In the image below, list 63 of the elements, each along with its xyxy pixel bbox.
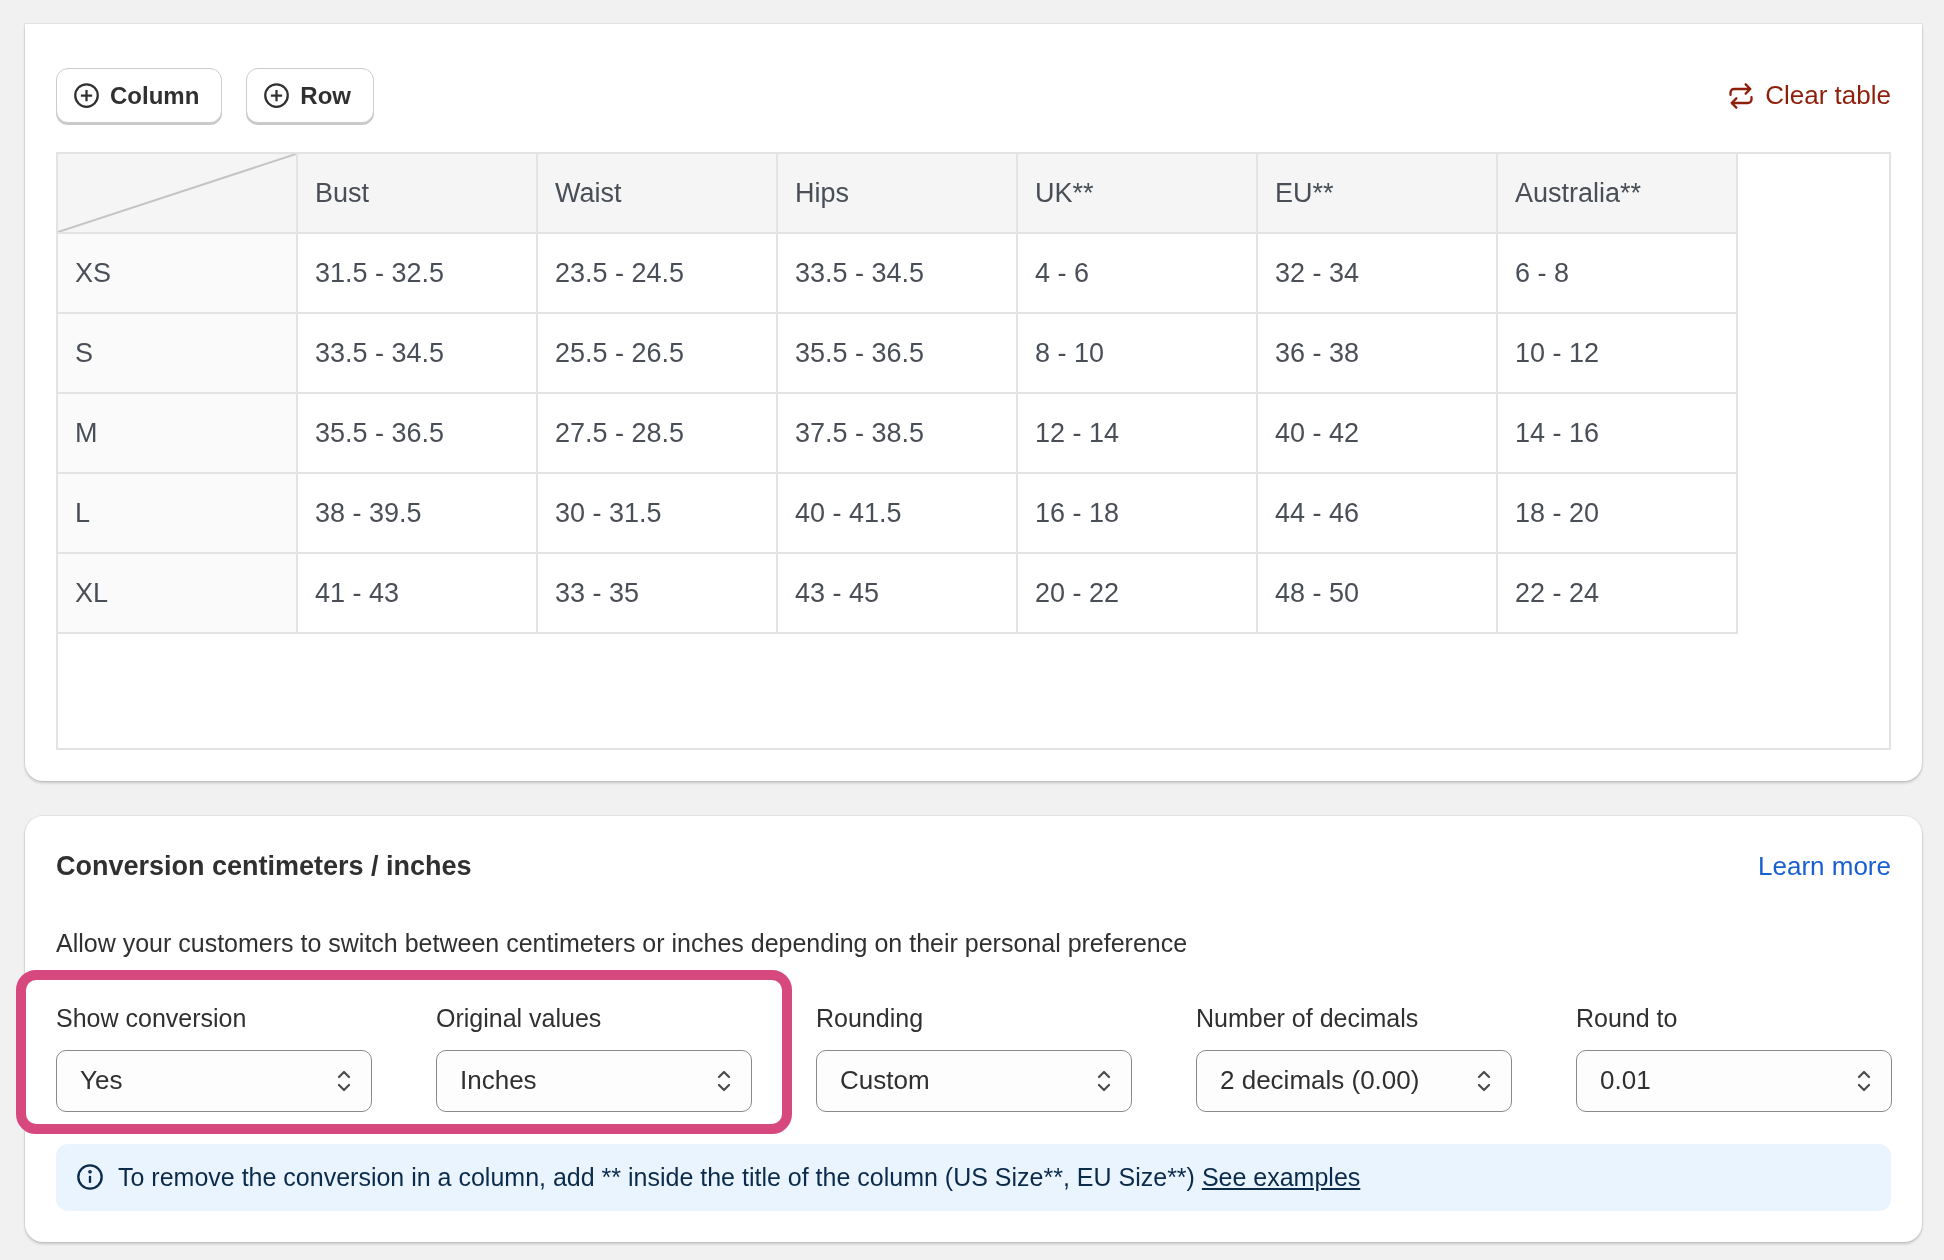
table-cell[interactable]: 40 - 41.5 (778, 474, 1018, 554)
table-cell[interactable]: 25.5 - 26.5 (538, 314, 778, 394)
table-cell[interactable]: 16 - 18 (1018, 474, 1258, 554)
table-cell[interactable]: 4 - 6 (1018, 234, 1258, 314)
table-cell[interactable]: 37.5 - 38.5 (778, 394, 1018, 474)
clear-table-link[interactable]: Clear table (1727, 76, 1891, 115)
row-label[interactable]: XS (58, 234, 298, 314)
column-header[interactable]: Bust (298, 154, 538, 234)
row-label[interactable]: S (58, 314, 298, 394)
plus-circle-icon (263, 82, 291, 109)
plus-circle-icon (73, 82, 100, 109)
table-cell[interactable]: 40 - 42 (1258, 394, 1498, 474)
column-header[interactable]: EU** (1258, 154, 1498, 234)
row-label[interactable]: L (58, 474, 298, 554)
table-cell[interactable]: 41 - 43 (298, 554, 538, 634)
table-cell[interactable]: 38 - 39.5 (298, 474, 538, 554)
field-label: Rounding (816, 1003, 925, 1034)
column-header[interactable]: Australia** (1498, 154, 1738, 234)
select-field[interactable]: Custom (816, 1049, 1132, 1112)
add-button[interactable]: Column (56, 68, 223, 123)
description-text: Allow your customers to switch between centimeters or inches depending on their personal preference (56, 927, 1189, 959)
table-cell[interactable]: 10 - 12 (1498, 314, 1738, 394)
swap-arrows-icon (1727, 81, 1756, 110)
table-cell[interactable]: 30 - 31.5 (538, 474, 778, 554)
column-header[interactable]: UK** (1018, 154, 1258, 234)
table-cell[interactable]: 20 - 22 (1018, 554, 1258, 634)
table-cell[interactable]: 33.5 - 34.5 (298, 314, 538, 394)
table-cell[interactable]: 48 - 50 (1258, 554, 1498, 634)
row-label[interactable]: M (58, 394, 298, 474)
column-header[interactable]: Waist (538, 154, 778, 234)
select-field[interactable]: Yes (56, 1049, 372, 1112)
table-cell[interactable]: 12 - 14 (1018, 394, 1258, 474)
table-cell[interactable]: 22 - 24 (1498, 554, 1738, 634)
table-cell[interactable]: 31.5 - 32.5 (298, 234, 538, 314)
table-cell[interactable]: 44 - 46 (1258, 474, 1498, 554)
row-label[interactable]: XL (58, 554, 298, 634)
table-cell[interactable]: 36 - 38 (1258, 314, 1498, 394)
add-button[interactable]: Row (246, 68, 374, 123)
table-cell[interactable]: 35.5 - 36.5 (298, 394, 538, 474)
field-label: Round to (1576, 1003, 1679, 1034)
column-header[interactable]: Hips (778, 154, 1018, 234)
table-cell[interactable]: 14 - 16 (1498, 394, 1738, 474)
notice-text: To remove the conversion in a column, add ** inside the title of the column (US Size**, EU Size**) See examples (118, 1161, 1361, 1193)
table-cell[interactable]: 23.5 - 24.5 (538, 234, 778, 314)
table-cell[interactable]: 32 - 34 (1258, 234, 1498, 314)
section-title: Conversion centimeters / inches (56, 850, 472, 883)
field-label: Show conversion (56, 1003, 248, 1034)
info-icon (76, 1163, 104, 1192)
table-cell[interactable]: 27.5 - 28.5 (538, 394, 778, 474)
see-examples-link[interactable]: See examples (1201, 1162, 1361, 1191)
table-cell[interactable]: 33.5 - 34.5 (778, 234, 1018, 314)
table-cell[interactable]: 6 - 8 (1498, 234, 1738, 314)
table-cell[interactable]: 35.5 - 36.5 (778, 314, 1018, 394)
learn-more-link[interactable]: Learn more (1758, 846, 1891, 886)
table-cell[interactable]: 18 - 20 (1498, 474, 1738, 554)
select-field[interactable]: 0.01 (1576, 1049, 1892, 1112)
field-label: Number of decimals (1196, 1003, 1420, 1034)
table-cell[interactable]: 33 - 35 (538, 554, 778, 634)
table-cell[interactable]: 8 - 10 (1018, 314, 1258, 394)
field-label: Original values (436, 1003, 603, 1034)
select-field[interactable]: 2 decimals (0.00) (1196, 1049, 1512, 1112)
table-cell[interactable]: 43 - 45 (778, 554, 1018, 634)
select-field[interactable]: Inches (436, 1049, 752, 1112)
